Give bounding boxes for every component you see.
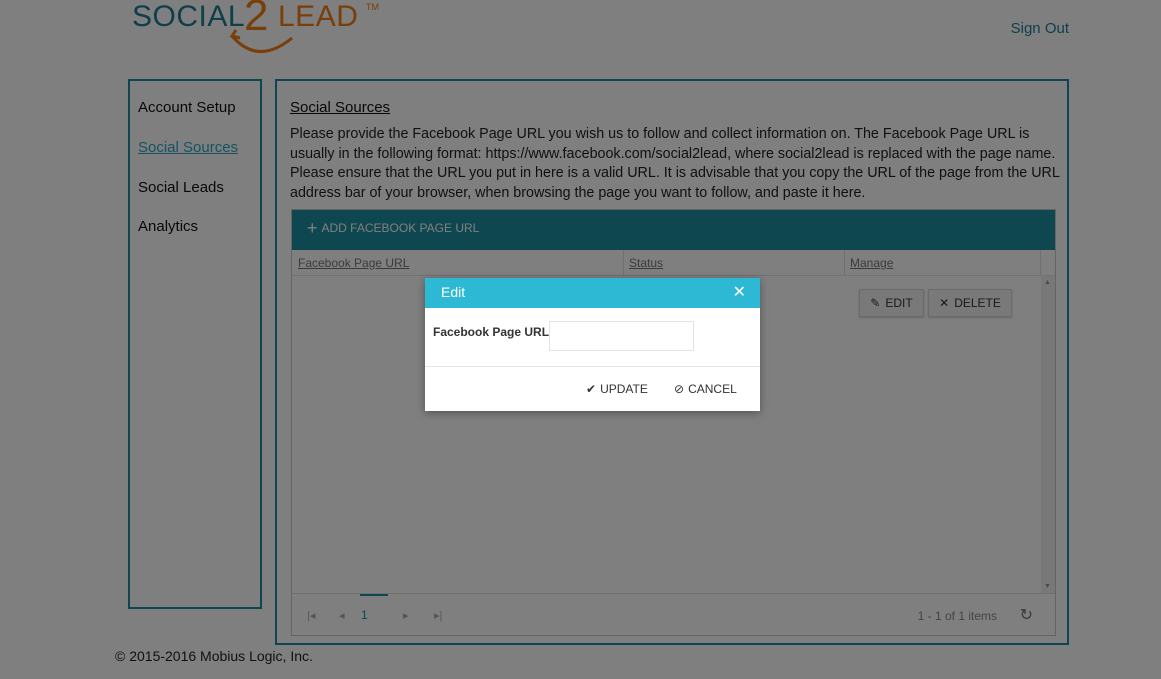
dialog-header: Edit ✕: [425, 278, 760, 308]
facebook-page-url-input[interactable]: [549, 321, 694, 351]
cancel-icon: ⊘: [674, 382, 685, 396]
update-button-label: UPDATE: [600, 382, 648, 396]
checkmark-icon: ✔: [586, 382, 597, 396]
cancel-button-label: CANCEL: [688, 382, 737, 396]
close-icon[interactable]: ✕: [733, 282, 746, 302]
facebook-page-url-label: Facebook Page URL: [433, 325, 550, 339]
dialog-divider: [425, 366, 760, 367]
update-button[interactable]: ✔ UPDATE: [586, 382, 648, 396]
edit-dialog: Edit ✕ Facebook Page URL ✔ UPDATE ⊘ CANC…: [425, 278, 760, 411]
cancel-button[interactable]: ⊘ CANCEL: [674, 382, 737, 396]
dialog-title: Edit: [441, 284, 466, 300]
